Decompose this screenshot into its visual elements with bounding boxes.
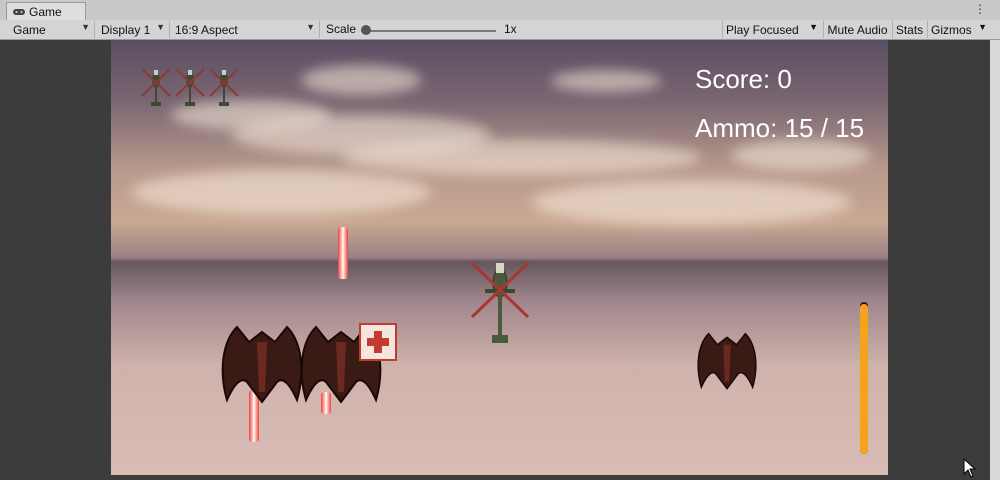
- stats-button[interactable]: Stats: [892, 21, 926, 38]
- game-view-dropdown[interactable]: Game ▼: [10, 21, 95, 38]
- scale-slider-track[interactable]: [366, 30, 496, 32]
- chevron-down-icon: ▼: [306, 22, 315, 32]
- scale-value: 1x: [504, 22, 517, 36]
- inspector-edge: [990, 40, 1000, 480]
- ammo-text: Ammo: 15 / 15: [695, 113, 865, 143]
- aspect-dropdown-label: 16:9 Aspect: [175, 22, 238, 37]
- enemy-ship: [697, 332, 757, 390]
- enemy-laser: [338, 227, 348, 279]
- life-helicopter-icon: [209, 68, 239, 106]
- stats-label: Stats: [895, 22, 924, 37]
- gamepad-icon: [13, 5, 25, 19]
- gizmos-dropdown[interactable]: Gizmos ▼: [927, 21, 991, 38]
- health-pack: [359, 323, 397, 361]
- chevron-down-icon: ▼: [809, 22, 818, 32]
- plus-icon: [367, 331, 389, 353]
- scale-slider-thumb[interactable]: [361, 25, 371, 35]
- life-helicopter-icon: [175, 68, 205, 106]
- play-focused-label: Play Focused: [726, 22, 799, 37]
- display-dropdown-label: Display 1: [101, 22, 151, 37]
- tab-game[interactable]: Game: [6, 2, 86, 20]
- game-viewport[interactable]: Score: 0 Ammo: 15 / 15: [111, 40, 888, 475]
- player-helicopter: [470, 261, 530, 343]
- life-helicopter-icon: [141, 68, 171, 106]
- game-view-dropdown-label: Game: [13, 22, 46, 37]
- mute-audio-label: Mute Audio: [827, 22, 888, 37]
- cloud: [531, 180, 851, 225]
- mouse-cursor-icon: [963, 458, 977, 478]
- mute-audio-button[interactable]: Mute Audio: [823, 21, 891, 38]
- kebab-icon[interactable]: ⋮: [974, 2, 986, 16]
- display-dropdown[interactable]: Display 1 ▼: [98, 21, 170, 38]
- gizmos-label: Gizmos: [931, 22, 972, 37]
- score-text: Score: 0: [695, 64, 792, 94]
- aspect-dropdown[interactable]: 16:9 Aspect ▼: [172, 21, 320, 38]
- cloud: [341, 140, 701, 175]
- scale-label: Scale: [326, 22, 357, 36]
- ammo-bar: [860, 302, 868, 454]
- tab-bar: Game ⋮: [0, 0, 1000, 21]
- play-focused-dropdown[interactable]: Play Focused ▼: [722, 21, 822, 38]
- cloud: [131, 170, 431, 215]
- cloud: [731, 140, 871, 170]
- enemy-ship: [221, 325, 303, 404]
- game-toolbar: Game ▼ Display 1 ▼ 16:9 Aspect ▼ Scale 1x P…: [0, 20, 1000, 40]
- tab-game-label: Game: [29, 4, 62, 19]
- cloud: [301, 65, 421, 95]
- chevron-down-icon: ▼: [156, 22, 165, 32]
- chevron-down-icon: ▼: [81, 22, 90, 32]
- cloud: [551, 70, 661, 92]
- chevron-down-icon: ▼: [978, 22, 987, 32]
- ammo-bar-fill: [860, 304, 868, 454]
